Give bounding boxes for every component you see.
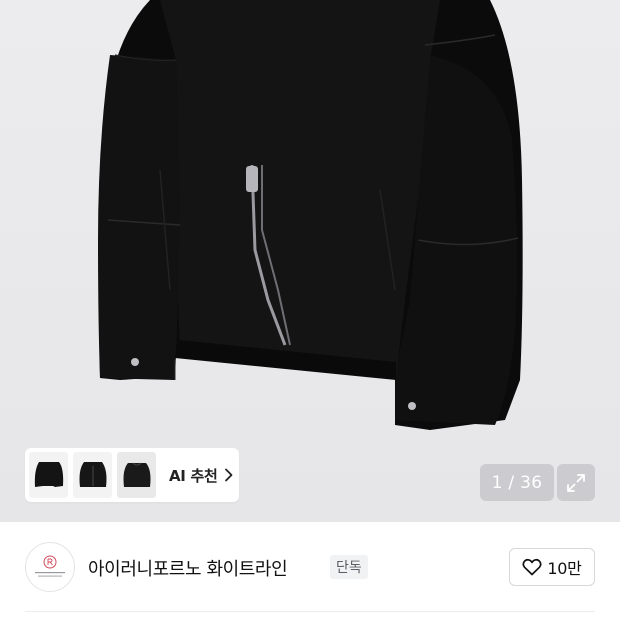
- brand-name[interactable]: 아이러니포르노 화이트라인: [88, 555, 288, 581]
- expand-button[interactable]: [557, 464, 595, 501]
- product-image: [98, 0, 523, 430]
- brand-row: 아이러니포르노 화이트라인 단독 10만: [0, 522, 620, 612]
- heart-icon: [522, 558, 542, 576]
- like-count: 10만: [547, 559, 582, 578]
- jacket-thumbnail-icon: [79, 462, 106, 487]
- like-button[interactable]: 10만: [509, 548, 595, 586]
- thumbnail-back[interactable]: [117, 452, 156, 498]
- exclusive-badge: 단독: [330, 555, 368, 579]
- brand-logo-icon: [35, 555, 65, 577]
- thumbnail-side[interactable]: [73, 452, 112, 498]
- brand-logo[interactable]: [25, 542, 75, 592]
- product-image-gallery[interactable]: AI 추천 1 / 36: [0, 0, 620, 522]
- image-counter: 1 / 36: [480, 464, 554, 501]
- ai-recommend-strip[interactable]: AI 추천: [25, 448, 239, 502]
- chevron-right-icon[interactable]: [224, 468, 234, 482]
- jacket-thumbnail-icon: [123, 462, 150, 487]
- divider: [25, 611, 595, 612]
- jacket-thumbnail-icon: [34, 462, 63, 487]
- thumbnail-front[interactable]: [29, 452, 68, 498]
- ai-recommend-label[interactable]: AI 추천: [169, 465, 218, 486]
- expand-icon: [567, 473, 585, 492]
